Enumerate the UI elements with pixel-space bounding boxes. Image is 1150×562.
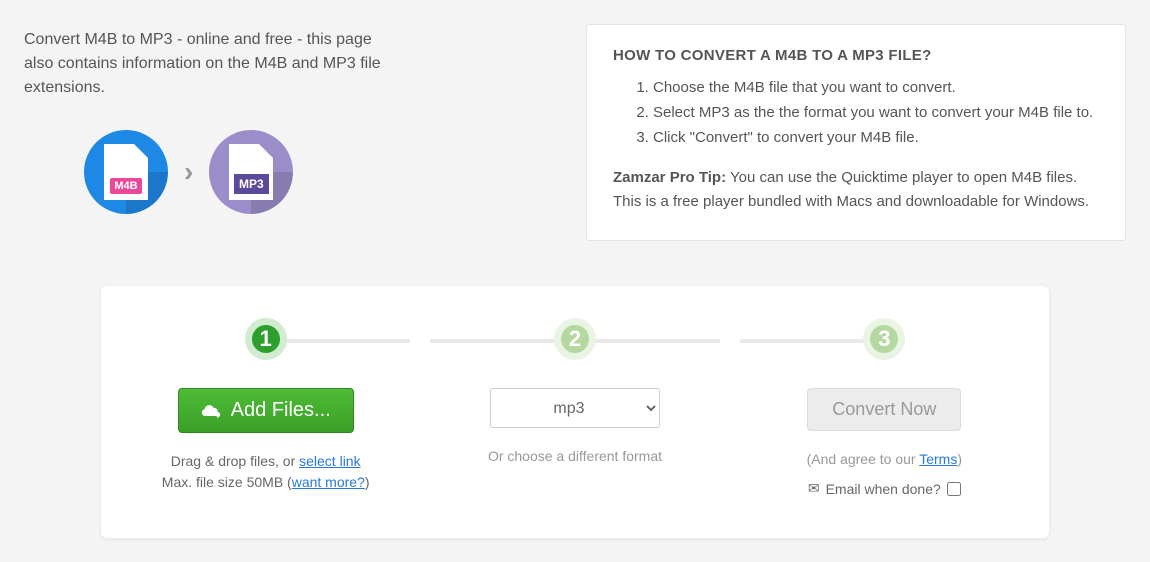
convert-button[interactable]: Convert Now <box>807 388 961 431</box>
pro-tip: Zamzar Pro Tip: You can use the Quicktim… <box>613 166 1099 214</box>
source-format-icon: M4B <box>84 130 168 214</box>
target-format-label: MP3 <box>234 174 269 194</box>
step-badge-2: 2 <box>554 318 596 360</box>
target-format-icon: MP3 <box>209 130 293 214</box>
format-select[interactable]: mp3 <box>490 388 660 428</box>
step-badge-3: 3 <box>863 318 905 360</box>
intro-text: Convert M4B to MP3 - online and free - t… <box>24 28 404 100</box>
envelope-icon: ✉ <box>808 480 820 497</box>
add-files-label: Add Files... <box>231 399 331 422</box>
upload-icon <box>201 401 221 421</box>
howto-panel: HOW TO CONVERT A M4B TO A MP3 FILE? Choo… <box>586 24 1126 241</box>
howto-step: Click "Convert" to convert your M4B file… <box>653 126 1099 151</box>
pro-tip-label: Zamzar Pro Tip: <box>613 169 726 186</box>
converter-card: 1 Add Files... Drag & drop files, or sel… <box>101 286 1049 538</box>
terms-link[interactable]: Terms <box>919 451 957 467</box>
format-hint: Or choose a different format <box>430 446 719 467</box>
select-link[interactable]: select link <box>299 453 360 469</box>
howto-step: Select MP3 as the the format you want to… <box>653 101 1099 126</box>
source-format-label: M4B <box>110 178 141 194</box>
howto-step: Choose the M4B file that you want to con… <box>653 76 1099 101</box>
add-files-button[interactable]: Add Files... <box>178 388 354 433</box>
drag-drop-text: Drag & drop files, or select link Max. f… <box>121 451 410 493</box>
howto-title: HOW TO CONVERT A M4B TO A MP3 FILE? <box>613 47 1099 64</box>
want-more-link[interactable]: want more? <box>292 474 365 490</box>
conversion-icons: M4B › MP3 <box>24 130 566 214</box>
step-badge-1: 1 <box>245 318 287 360</box>
arrow-icon: › <box>180 156 197 188</box>
howto-steps: Choose the M4B file that you want to con… <box>653 76 1099 150</box>
agree-text: (And agree to our Terms) <box>740 449 1029 470</box>
email-when-done-label: Email when done? <box>826 481 941 497</box>
email-when-done-checkbox[interactable] <box>947 482 961 496</box>
